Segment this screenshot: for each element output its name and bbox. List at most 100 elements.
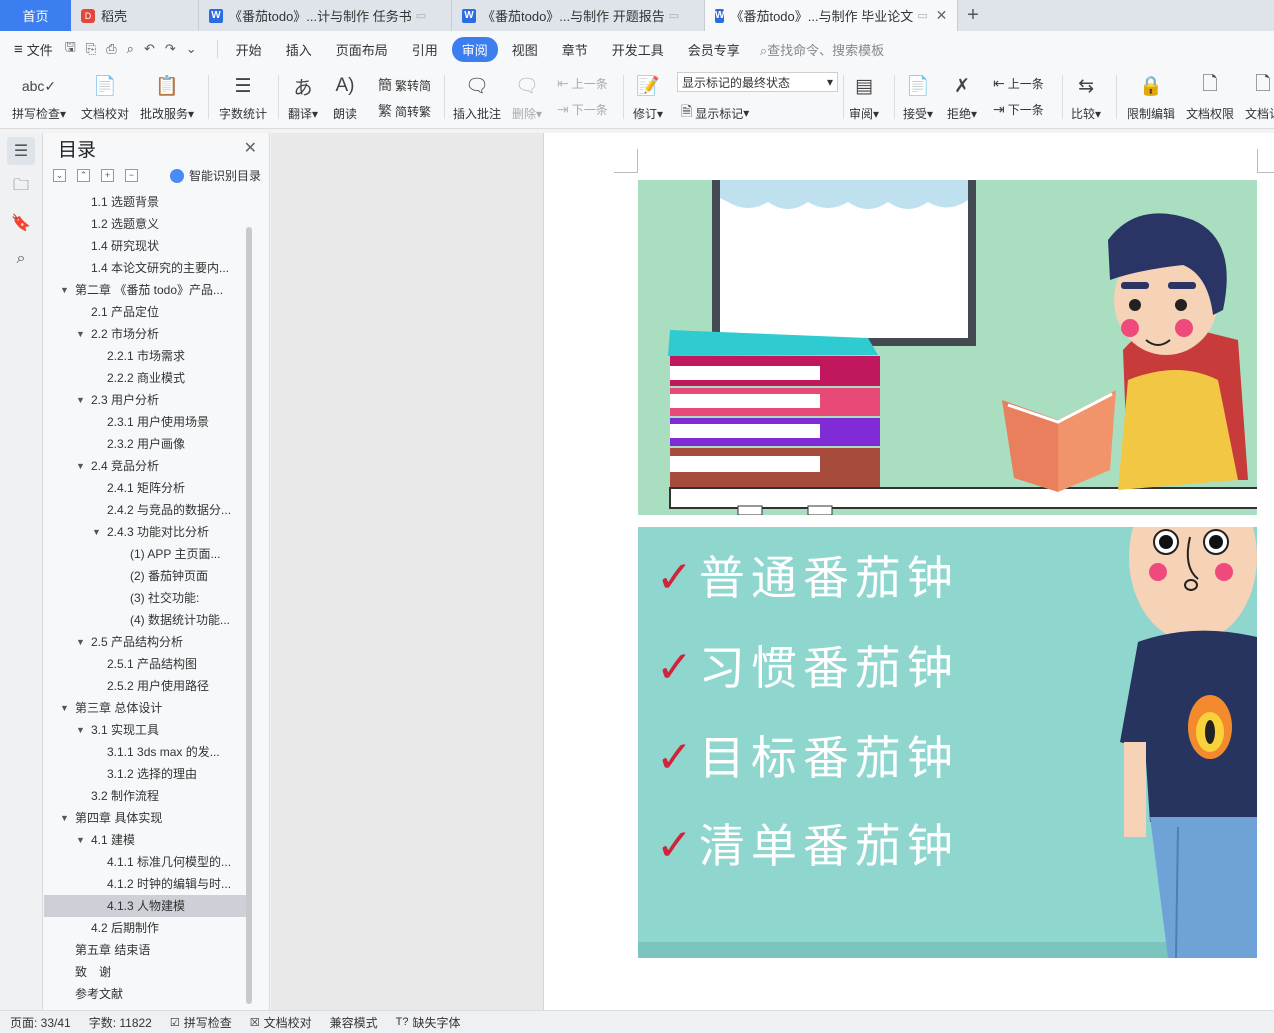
chevron-down-icon[interactable]: ⌄: [186, 41, 197, 57]
new-tab-button[interactable]: +: [958, 0, 988, 31]
clipboard-icon[interactable]: ⎘: [86, 41, 96, 57]
menu-start[interactable]: 开始: [226, 37, 272, 62]
accept-button[interactable]: 📄 接受▾: [903, 71, 933, 122]
chevron-down-icon[interactable]: ▼: [76, 631, 85, 653]
next-change-button[interactable]: ⇥ 下一条: [993, 101, 1044, 118]
tab-docer[interactable]: D 稻壳: [71, 0, 199, 31]
toc-item[interactable]: 2.2.1 市场需求: [44, 345, 246, 367]
word-count-button[interactable]: ☰ 字数统计: [219, 71, 267, 122]
compare-button[interactable]: ⇆ 比较▾: [1071, 71, 1101, 122]
save-icon[interactable]: 🖫: [65, 38, 76, 60]
menu-member[interactable]: 会员专享: [678, 37, 750, 62]
toc-item[interactable]: 2.4.2 与竞品的数据分...: [44, 499, 246, 521]
toc-item[interactable]: ▼ 3.1 实现工具: [44, 719, 246, 741]
toc-item[interactable]: 2.5.2 用户使用路径: [44, 675, 246, 697]
toc-item[interactable]: ▼ 第三章 总体设计: [44, 697, 246, 719]
menu-insert[interactable]: 插入: [276, 37, 322, 62]
toc-item[interactable]: (1) APP 主页面...: [44, 543, 246, 565]
toc-item[interactable]: ▼ 2.4 竞品分析: [44, 455, 246, 477]
toc-item[interactable]: ▼ 4.1 建模: [44, 829, 246, 851]
show-markup-button[interactable]: 🗎 显示标记 ▾: [681, 101, 749, 125]
toc-item[interactable]: 4.1.3 人物建模: [44, 895, 246, 917]
print-icon[interactable]: ⎙: [106, 41, 116, 57]
insert-comment-button[interactable]: 🗨 插入批注: [453, 71, 501, 122]
close-icon[interactable]: ✕: [936, 7, 948, 24]
chevron-down-icon[interactable]: ▼: [76, 389, 85, 411]
chevron-down-icon[interactable]: ▼: [76, 719, 85, 741]
search-icon[interactable]: ⌕: [7, 245, 35, 273]
command-search[interactable]: ⌕查找命令、搜索模板: [760, 40, 884, 59]
file-menu[interactable]: ≡ 文件: [14, 40, 53, 59]
status-proofread[interactable]: ☒ 文档校对: [250, 1014, 312, 1031]
tab-home[interactable]: 首页: [0, 0, 71, 31]
review-pane-button[interactable]: ▤ 审阅▾: [849, 71, 879, 122]
translate-button[interactable]: あ翻译▾: [288, 71, 318, 122]
close-icon[interactable]: ✕: [244, 138, 257, 158]
toc-item[interactable]: (4) 数据统计功能...: [44, 609, 246, 631]
spell-check-button[interactable]: abc✓ 拼写检查▾: [12, 71, 66, 122]
delete-comment-button[interactable]: 🗨 删除▾: [512, 71, 542, 122]
chevron-down-icon[interactable]: ▼: [60, 807, 69, 829]
menu-view[interactable]: 视图: [502, 37, 548, 62]
markup-state-select[interactable]: 显示标记的最终状态 ▾: [677, 72, 838, 92]
reject-button[interactable]: ✗ 拒绝▾: [947, 71, 977, 122]
chevron-down-icon[interactable]: ▼: [60, 697, 69, 719]
toc-item[interactable]: 2.3.2 用户画像: [44, 433, 246, 455]
toc-item[interactable]: 3.1.2 选择的理由: [44, 763, 246, 785]
prev-comment-button[interactable]: ⇤ 上一条: [557, 75, 608, 92]
toc-item[interactable]: 4.2 后期制作: [44, 917, 246, 939]
chevron-down-icon[interactable]: ▼: [76, 455, 85, 477]
remove-heading-icon[interactable]: −: [125, 168, 138, 182]
collapse-all-icon[interactable]: ⌃: [77, 168, 90, 182]
toc-item[interactable]: ▼ 2.2 市场分析: [44, 323, 246, 345]
toc-item[interactable]: 1.4 本论文研究的主要内...: [44, 257, 246, 279]
tab-doc-proposal[interactable]: W 《番茄todo》...与制作 开题报告 ▭: [452, 0, 705, 31]
toc-item[interactable]: (3) 社交功能:: [44, 587, 246, 609]
smart-toc-button[interactable]: 智能识别目录: [169, 167, 261, 184]
status-spell-check[interactable]: ☑ 拼写检查: [170, 1014, 232, 1031]
toc-item[interactable]: 2.1 产品定位: [44, 301, 246, 323]
toc-item[interactable]: 致 谢: [44, 961, 246, 983]
missing-font[interactable]: T? 缺失字体: [396, 1014, 461, 1031]
simp-to-trad-button[interactable]: 繁简转繁: [378, 101, 431, 121]
toc-item[interactable]: 2.5.1 产品结构图: [44, 653, 246, 675]
toc-item[interactable]: 3.1.1 3ds max 的发...: [44, 741, 246, 763]
bookmark-icon[interactable]: 🔖: [7, 209, 35, 237]
next-comment-button[interactable]: ⇥ 下一条: [557, 101, 608, 118]
toc-item[interactable]: 参考文献: [44, 983, 246, 1005]
toc-item[interactable]: 1.4 研究现状: [44, 235, 246, 257]
toc-item[interactable]: 3.2 制作流程: [44, 785, 246, 807]
toc-item[interactable]: 1.1 选题背景: [44, 191, 246, 213]
toc-item[interactable]: ▼ 第二章 《番茄 todo》产品...: [44, 279, 246, 301]
toc-panel-icon[interactable]: ☰: [7, 137, 35, 165]
toc-item[interactable]: 4.1.2 时钟的编辑与时...: [44, 873, 246, 895]
toc-item[interactable]: 4.1.1 标准几何模型的...: [44, 851, 246, 873]
menu-dev-tools[interactable]: 开发工具: [602, 37, 674, 62]
chevron-down-icon[interactable]: ▼: [76, 323, 85, 345]
toc-item[interactable]: ▼ 2.3 用户分析: [44, 389, 246, 411]
toc-item[interactable]: 1.2 选题意义: [44, 213, 246, 235]
toc-item[interactable]: 2.2.2 商业模式: [44, 367, 246, 389]
chevron-down-icon[interactable]: ▼: [92, 521, 101, 543]
track-changes-button[interactable]: 📝 修订▾: [633, 71, 663, 122]
doc-permission-button[interactable]: 🗋 文档权限: [1186, 71, 1234, 122]
trad-to-simp-button[interactable]: 簡繁转简: [378, 75, 431, 95]
chevron-down-icon[interactable]: ▼: [76, 829, 85, 851]
add-heading-icon[interactable]: +: [101, 168, 114, 182]
restrict-editing-button[interactable]: 🔒 限制编辑: [1127, 71, 1175, 122]
toc-item[interactable]: 2.4.1 矩阵分析: [44, 477, 246, 499]
menu-review[interactable]: 审阅: [451, 36, 498, 62]
prev-change-button[interactable]: ⇤ 上一条: [993, 75, 1044, 92]
batch-service-button[interactable]: 📋 批改服务▾: [140, 71, 194, 122]
menu-chapter[interactable]: 章节: [552, 37, 598, 62]
read-aloud-button[interactable]: A) 朗读: [333, 71, 357, 122]
page-indicator[interactable]: 页面: 33/41: [10, 1014, 71, 1031]
tab-doc-task[interactable]: W 《番茄todo》...计与制作 任务书 ▭: [199, 0, 452, 31]
toc-item[interactable]: 2.3.1 用户使用场景: [44, 411, 246, 433]
chapter-panel-icon[interactable]: 🗀: [7, 173, 35, 201]
expand-all-icon[interactable]: ⌄: [53, 168, 66, 182]
menu-reference[interactable]: 引用: [402, 37, 448, 62]
word-count-indicator[interactable]: 字数: 11822: [89, 1014, 152, 1031]
toc-item[interactable]: (2) 番茄钟页面: [44, 565, 246, 587]
doc-proofread-button[interactable]: 📄 文档校对: [81, 71, 129, 122]
